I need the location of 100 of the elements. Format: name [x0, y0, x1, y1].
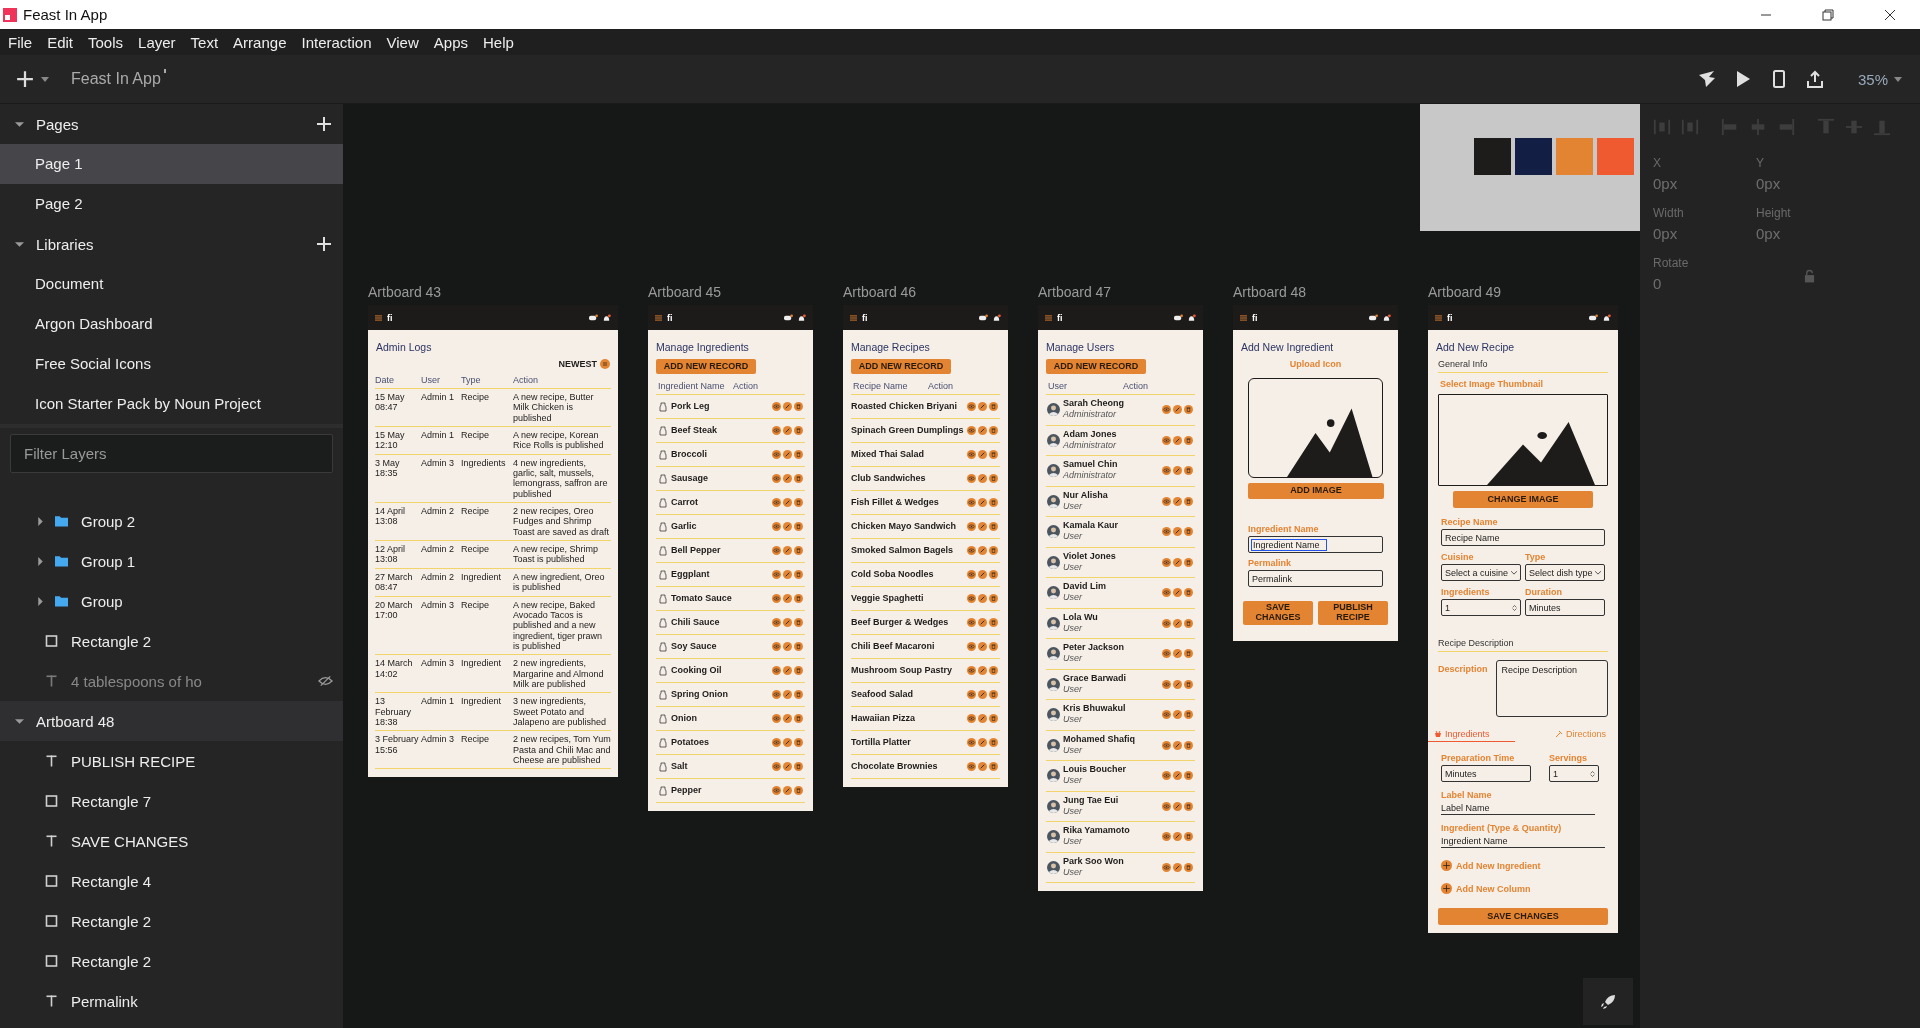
delete-icon[interactable]	[989, 714, 998, 723]
view-icon[interactable]	[967, 474, 976, 483]
edit-icon[interactable]	[1173, 557, 1182, 567]
caret-icon[interactable]	[36, 556, 45, 566]
view-icon[interactable]	[1162, 679, 1171, 689]
layer-name[interactable]: Permalink	[71, 992, 138, 1010]
delete-icon[interactable]	[989, 474, 998, 483]
underline-field[interactable]: Label Name	[1441, 802, 1595, 815]
delete-icon[interactable]	[794, 714, 803, 723]
view-icon[interactable]	[772, 786, 781, 795]
library-item[interactable]: Document	[0, 264, 343, 304]
delete-icon[interactable]	[794, 450, 803, 459]
delete-icon[interactable]	[989, 690, 998, 699]
delete-icon[interactable]	[1184, 832, 1193, 842]
edit-icon[interactable]	[978, 546, 987, 555]
edit-icon[interactable]	[1173, 832, 1182, 842]
menu-icon[interactable]	[375, 314, 382, 321]
add-icon[interactable]	[1441, 860, 1452, 871]
edit-icon[interactable]	[1173, 588, 1182, 598]
edit-icon[interactable]	[783, 738, 792, 747]
view-icon[interactable]	[1162, 588, 1171, 598]
edit-icon[interactable]	[783, 498, 792, 507]
delete-icon[interactable]	[989, 666, 998, 675]
menu-item[interactable]: Interaction	[301, 33, 380, 51]
delete-icon[interactable]	[989, 498, 998, 507]
delete-icon[interactable]	[1184, 801, 1193, 811]
text-field[interactable]: Minutes	[1525, 599, 1605, 616]
cursor-icon[interactable]	[1697, 70, 1716, 88]
layer-name[interactable]: PUBLISH RECIPE	[71, 752, 196, 770]
view-icon[interactable]	[967, 666, 976, 675]
delete-icon[interactable]	[989, 546, 998, 555]
view-icon[interactable]	[967, 570, 976, 579]
delete-icon[interactable]	[1184, 710, 1193, 720]
edit-icon[interactable]	[1173, 466, 1182, 476]
add-record-button[interactable]: ADD NEW RECORD	[1046, 359, 1146, 374]
chat-icon[interactable]	[1369, 313, 1378, 322]
layer-name[interactable]: Rectangle 4	[71, 872, 152, 890]
edit-icon[interactable]	[783, 570, 792, 579]
edit-icon[interactable]	[783, 594, 792, 603]
menu-item[interactable]: Edit	[47, 33, 82, 51]
menu-icon[interactable]	[850, 314, 857, 321]
delete-icon[interactable]	[794, 546, 803, 555]
edit-icon[interactable]	[1173, 405, 1182, 415]
view-icon[interactable]	[1162, 557, 1171, 567]
edit-icon[interactable]	[783, 522, 792, 531]
edit-icon[interactable]	[978, 498, 987, 507]
edit-icon[interactable]	[783, 642, 792, 651]
view-icon[interactable]	[1162, 435, 1171, 445]
edit-icon[interactable]	[978, 738, 987, 747]
view-icon[interactable]	[1162, 405, 1171, 415]
edit-icon[interactable]	[783, 618, 792, 627]
layer-name[interactable]: Group 2	[81, 512, 136, 530]
delete-icon[interactable]	[1184, 771, 1193, 781]
image-upload-area[interactable]	[1438, 394, 1608, 486]
chat-icon[interactable]	[1589, 313, 1598, 322]
edit-icon[interactable]	[978, 570, 987, 579]
layer-name[interactable]: Rectangle 2	[71, 912, 152, 930]
view-icon[interactable]	[772, 690, 781, 699]
restore-icon[interactable]	[1822, 8, 1834, 21]
delete-icon[interactable]	[989, 522, 998, 531]
add-record-button[interactable]: ADD NEW RECORD	[851, 359, 951, 374]
caret-icon[interactable]	[15, 716, 24, 726]
bell-icon[interactable]	[992, 313, 1001, 322]
view-icon[interactable]	[1162, 496, 1171, 506]
stepper-icon[interactable]	[1512, 603, 1517, 612]
edit-icon[interactable]	[783, 546, 792, 555]
view-icon[interactable]	[772, 546, 781, 555]
delete-icon[interactable]	[989, 642, 998, 651]
view-icon[interactable]	[1162, 527, 1171, 537]
menu-icon[interactable]	[655, 314, 662, 321]
edit-icon[interactable]	[783, 714, 792, 723]
view-icon[interactable]	[772, 738, 781, 747]
chat-icon[interactable]	[784, 313, 793, 322]
text-field[interactable]: Minutes	[1441, 765, 1531, 782]
edit-icon[interactable]	[978, 690, 987, 699]
menu-item[interactable]: View	[386, 33, 427, 51]
delete-icon[interactable]	[794, 426, 803, 435]
caret-icon[interactable]	[15, 119, 24, 129]
view-icon[interactable]	[1162, 771, 1171, 781]
edit-icon[interactable]	[1173, 710, 1182, 720]
edit-icon[interactable]	[783, 402, 792, 411]
view-icon[interactable]	[772, 666, 781, 675]
chat-icon[interactable]	[589, 313, 598, 322]
edit-icon[interactable]	[978, 474, 987, 483]
delete-icon[interactable]	[794, 690, 803, 699]
view-icon[interactable]	[772, 594, 781, 603]
save-button[interactable]: SAVE CHANGES	[1438, 908, 1608, 925]
delete-icon[interactable]	[1184, 618, 1193, 628]
page-item[interactable]: Page 1	[0, 144, 343, 184]
caret-icon[interactable]	[15, 239, 24, 249]
delete-icon[interactable]	[989, 594, 998, 603]
view-icon[interactable]	[772, 714, 781, 723]
artboard-label[interactable]: Artboard 45	[648, 284, 722, 300]
artboard-label[interactable]: Artboard 47	[1038, 284, 1112, 300]
view-icon[interactable]	[772, 642, 781, 651]
text-field[interactable]: Permalink	[1248, 570, 1383, 587]
delete-icon[interactable]	[1184, 649, 1193, 659]
delete-icon[interactable]	[1184, 557, 1193, 567]
view-icon[interactable]	[1162, 740, 1171, 750]
view-icon[interactable]	[967, 642, 976, 651]
